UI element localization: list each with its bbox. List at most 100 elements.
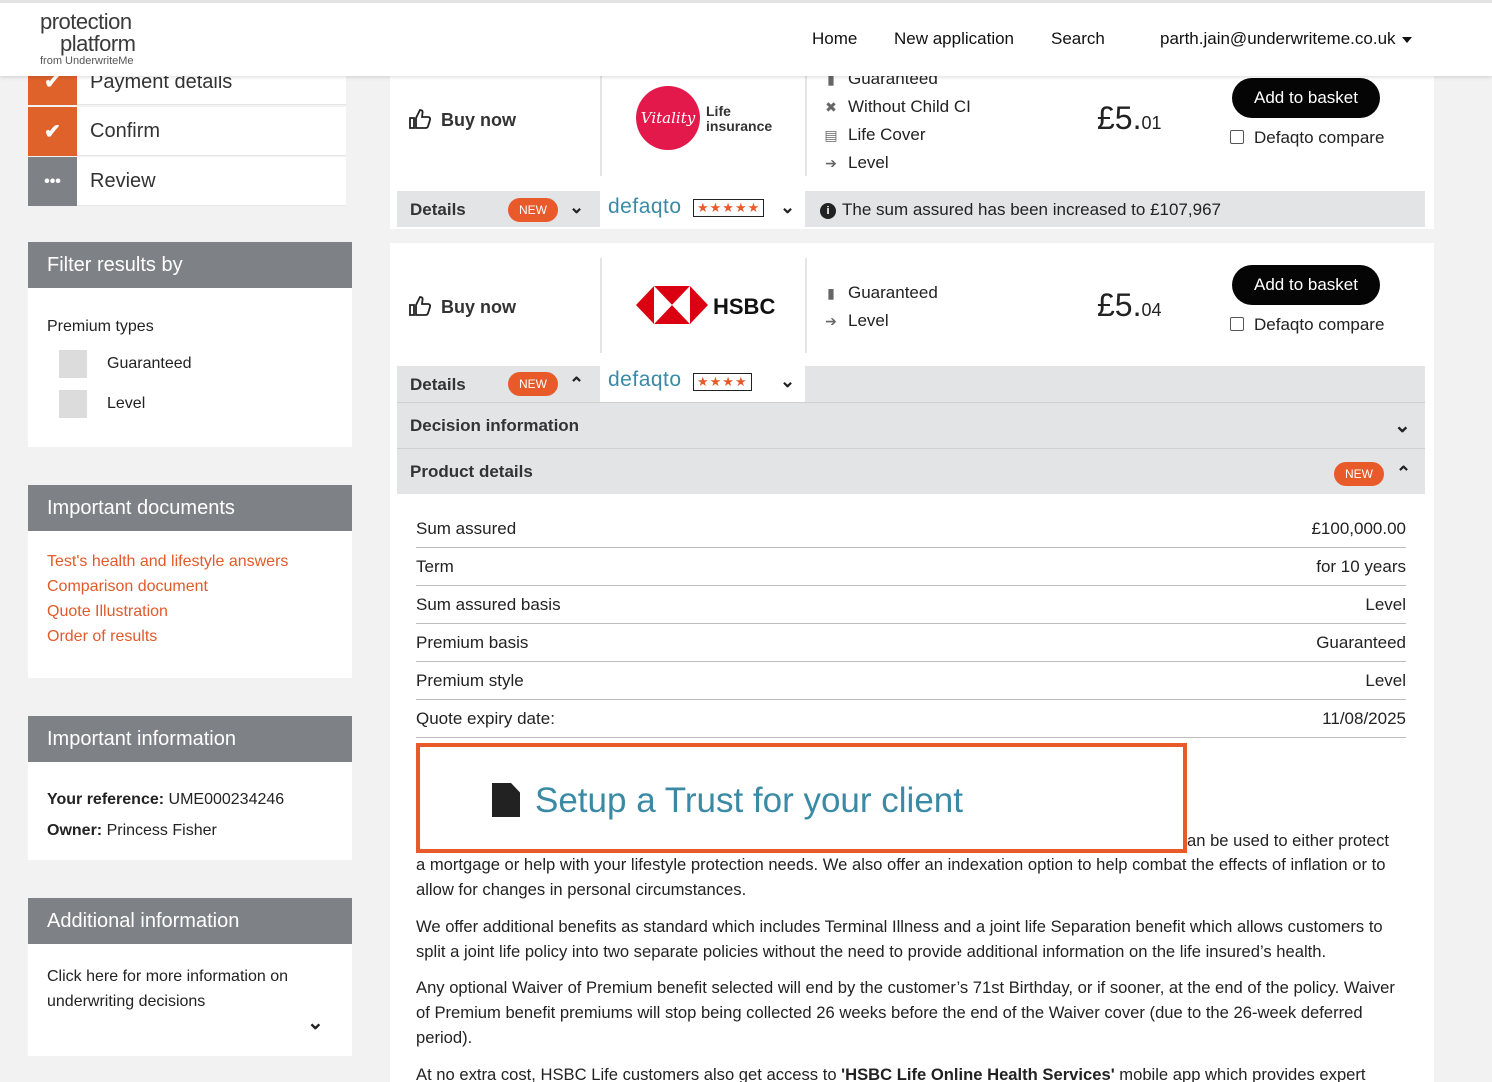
- details-bar-vitality: Details NEW ⌄ defaqto ★★★★★ ⌄ i The sum a…: [397, 191, 1425, 227]
- arrow-right-icon: ➔: [825, 155, 837, 171]
- defaqto-logo: defaqto: [608, 195, 682, 218]
- features-list: ▮ Guaranteed ✖ Without Child CI ▤ Life Cove…: [822, 76, 971, 177]
- setup-trust-link[interactable]: Setup a Trust for your client: [535, 781, 963, 821]
- nav-new-application[interactable]: New application: [894, 29, 1014, 49]
- features-list: ▮ Guaranteed ➔ Level: [822, 279, 938, 335]
- chevron-down-icon[interactable]: ⌄: [307, 1010, 324, 1035]
- buy-now-label: Buy now: [441, 297, 516, 317]
- defaqto-compare-checkbox[interactable]: Defaqto compare: [1230, 128, 1384, 148]
- notice-text: The sum assured has been increased to £1…: [842, 200, 1221, 219]
- hsbc-logo: HSBC: [636, 286, 776, 326]
- defaqto-segment: defaqto ★★★★ ⌄: [600, 366, 805, 402]
- feature-item: ▮ Guaranteed: [822, 279, 938, 307]
- product-description-tail: an be used to either protect: [1187, 831, 1390, 850]
- vitality-logo-mark: Vitality: [636, 86, 700, 150]
- defaqto-star-rating: ★★★★: [693, 373, 752, 391]
- feature-item: ➔ Level: [822, 307, 938, 335]
- premium-price: £5.01: [1097, 100, 1162, 136]
- divider: [600, 258, 602, 353]
- nav-home[interactable]: Home: [812, 29, 857, 49]
- chevron-up-icon[interactable]: ⌃: [1396, 463, 1411, 484]
- checkbox[interactable]: [59, 390, 87, 418]
- add-to-basket-button[interactable]: Add to basket: [1232, 265, 1380, 305]
- logo-line2: platform: [60, 31, 136, 56]
- protection-platform-logo[interactable]: protection platform from UnderwriteMe: [40, 11, 170, 68]
- chevron-down-icon[interactable]: ⌄: [1394, 413, 1411, 438]
- top-navigation-bar: protection platform from UnderwriteMe Ho…: [0, 0, 1492, 76]
- defaqto-logo: defaqto: [608, 368, 682, 391]
- user-menu[interactable]: parth.jain@underwriteme.co.uk: [1160, 29, 1412, 49]
- buy-now-button[interactable]: Buy now: [409, 109, 516, 131]
- filter-option-label: Guaranteed: [107, 355, 192, 373]
- cross-icon: ✖: [825, 99, 837, 115]
- additional-info-text: Click here for more information on under…: [47, 968, 288, 1010]
- details-toggle[interactable]: Details: [410, 200, 466, 220]
- reference-row: Your reference: UME000234246: [47, 784, 333, 815]
- waiver-of-premium-text: Any optional Waiver of Premium benefit s…: [416, 978, 1395, 1047]
- product-details-accordion[interactable]: Product details NEW ⌃: [397, 448, 1425, 494]
- buy-now-button[interactable]: Buy now: [409, 296, 516, 318]
- setup-trust-highlight[interactable]: Setup a Trust for your client: [416, 743, 1187, 853]
- new-badge: NEW: [1334, 462, 1384, 486]
- step-label: Review: [90, 170, 156, 192]
- step-review[interactable]: ••• Review: [28, 157, 346, 206]
- premium-types-label: Premium types: [47, 318, 154, 335]
- documents-title: Important documents: [28, 485, 352, 531]
- online-health-services-text: At no extra cost, HSBC Life customers al…: [416, 1065, 1366, 1082]
- new-badge: NEW: [508, 372, 558, 396]
- reference-value: UME000234246: [168, 791, 285, 808]
- additional-benefits-text: We offer additional benefits as standard…: [416, 917, 1383, 961]
- important-info-panel: Important information Your reference: UM…: [28, 716, 352, 860]
- defaqto-compare-checkbox[interactable]: Defaqto compare: [1230, 315, 1384, 335]
- arrow-right-icon: ➔: [825, 313, 837, 329]
- details-toggle[interactable]: Details: [410, 375, 466, 395]
- info-icon: i: [820, 203, 836, 219]
- doc-link-order-of-results[interactable]: Order of results: [47, 624, 333, 649]
- chevron-down-icon[interactable]: ⌄: [569, 197, 584, 218]
- chevron-down-icon[interactable]: ⌄: [780, 197, 795, 218]
- check-icon: ✔: [28, 107, 77, 156]
- doc-link-health-answers[interactable]: Test's health and lifestyle answers: [47, 549, 333, 574]
- filter-option-guaranteed[interactable]: Guaranteed: [47, 350, 333, 378]
- chevron-up-icon[interactable]: ⌃: [569, 374, 584, 395]
- product-row-term: Term for 10 years: [416, 548, 1406, 586]
- premium-price: £5.04: [1097, 287, 1162, 323]
- product-row-sum-assured: Sum assured £100,000.00: [416, 510, 1406, 548]
- caret-down-icon: [1401, 36, 1412, 43]
- add-to-basket-button[interactable]: Add to basket: [1232, 78, 1380, 118]
- feature-item: ▤ Life Cover: [822, 121, 971, 149]
- divider: [805, 258, 807, 353]
- documents-panel: Important documents Test's health and li…: [28, 485, 352, 678]
- owner-value: Princess Fisher: [106, 822, 217, 839]
- owner-row: Owner: Princess Fisher: [47, 815, 333, 846]
- defaqto-star-rating: ★★★★★: [693, 199, 765, 217]
- checkbox[interactable]: [1230, 317, 1244, 331]
- bookmark-icon: ▮: [827, 285, 835, 301]
- hsbc-hexagon-icon: [636, 286, 708, 324]
- decision-information-accordion[interactable]: Decision information ⌄: [397, 402, 1425, 448]
- accordion-title: Decision information: [410, 416, 580, 435]
- step-confirm[interactable]: ✔ Confirm: [28, 107, 346, 156]
- doc-link-quote-illustration[interactable]: Quote Illustration: [47, 599, 333, 624]
- product-row-premium-basis: Premium basis Guaranteed: [416, 624, 1406, 662]
- filter-option-level[interactable]: Level: [47, 390, 333, 418]
- buy-now-label: Buy now: [441, 110, 516, 130]
- hsbc-wordmark: HSBC: [713, 294, 776, 319]
- doc-link-comparison[interactable]: Comparison document: [47, 574, 333, 599]
- notice-row: i The sum assured has been increased to £…: [820, 200, 1221, 220]
- details-bar-hsbc: Details NEW ⌃ defaqto ★★★★ ⌄: [397, 366, 1425, 402]
- checkbox[interactable]: [1230, 130, 1244, 144]
- checkbox[interactable]: [59, 350, 87, 378]
- filter-title: Filter results by: [28, 242, 352, 288]
- important-info-title: Important information: [28, 716, 352, 762]
- additional-info-panel[interactable]: Additional information Click here for mo…: [28, 898, 352, 1056]
- thumbs-up-icon: [409, 109, 431, 129]
- reference-label: Your reference:: [47, 791, 165, 808]
- feature-item: ✖ Without Child CI: [822, 93, 971, 121]
- logo-sub1: Life: [706, 103, 731, 119]
- product-row-sum-assured-basis: Sum assured basis Level: [416, 586, 1406, 624]
- step-label: Confirm: [90, 120, 161, 142]
- product-row-quote-expiry: Quote expiry date: 11/08/2025: [416, 700, 1406, 738]
- chevron-down-icon[interactable]: ⌄: [780, 371, 795, 392]
- nav-search[interactable]: Search: [1051, 29, 1105, 49]
